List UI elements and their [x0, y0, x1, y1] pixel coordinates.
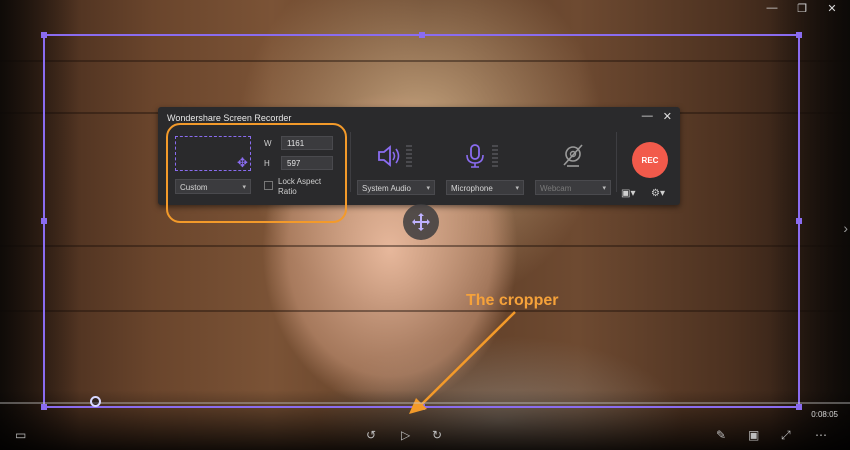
minimize-window-button[interactable]: — — [764, 2, 780, 15]
microphone-value: Microphone — [451, 184, 493, 193]
chevron-down-icon: ▾ — [515, 185, 519, 192]
pencil-icon[interactable]: ✎ — [716, 428, 726, 442]
crop-handle-top[interactable] — [418, 32, 425, 38]
forward-30-icon[interactable]: ↻ — [432, 428, 442, 442]
close-window-button[interactable]: ✕ — [824, 2, 840, 15]
webcam-off-icon[interactable] — [558, 141, 588, 171]
region-controls-highlight — [166, 123, 347, 223]
playback-time: 0:08:05 — [811, 410, 838, 419]
recorder-title: Wondershare Screen Recorder — [167, 113, 292, 123]
webcam-value: Webcam — [540, 184, 572, 193]
recorder-window-buttons: — ✕ — [642, 110, 672, 123]
microphone-select[interactable]: Microphone ▾ — [446, 180, 524, 195]
microphone-meter — [492, 145, 498, 167]
system-audio-meter — [406, 145, 412, 167]
window-controls: — ❐ ✕ — [764, 2, 840, 15]
move-handle[interactable] — [403, 204, 439, 240]
screenshot-settings-icon[interactable]: ▣▾ — [621, 188, 635, 199]
timeline-scrubber[interactable] — [90, 396, 101, 407]
cropper-annotation-label: The cropper — [466, 292, 559, 309]
webcam-select[interactable]: Webcam ▾ — [535, 180, 611, 195]
crop-handle-bottom-left[interactable] — [41, 404, 47, 410]
play-icon[interactable]: ▷ — [401, 428, 410, 442]
chevron-down-icon: ▾ — [426, 185, 430, 192]
restore-window-button[interactable]: ❐ — [794, 2, 810, 15]
system-audio-value: System Audio — [362, 184, 411, 193]
pip-icon[interactable]: ▣ — [748, 428, 759, 442]
system-audio-select[interactable]: System Audio ▾ — [357, 180, 435, 195]
more-options-icon[interactable]: ⋯ — [815, 428, 827, 442]
speaker-icon[interactable] — [374, 141, 404, 171]
gear-icon[interactable]: ⚙▾ — [651, 188, 665, 199]
fullscreen-icon[interactable]: ⤢ — [781, 428, 791, 443]
recorder-minimize-button[interactable]: — — [642, 110, 653, 123]
timeline-track[interactable] — [0, 402, 850, 404]
crop-handle-right[interactable] — [796, 218, 802, 224]
move-icon — [412, 213, 430, 231]
subtitles-icon[interactable]: ▭ — [15, 428, 26, 442]
divider — [350, 132, 351, 192]
record-button-label: REC — [641, 155, 659, 165]
crop-handle-bottom-right[interactable] — [796, 404, 802, 410]
chevron-down-icon: ▾ — [602, 185, 606, 192]
crop-handle-top-right[interactable] — [796, 32, 802, 38]
recorder-close-button[interactable]: ✕ — [663, 110, 672, 123]
crop-handle-bottom[interactable] — [418, 404, 425, 410]
crop-handle-left[interactable] — [41, 218, 47, 224]
record-button[interactable]: REC — [632, 142, 668, 178]
rewind-10-icon[interactable]: ↺ — [366, 428, 376, 442]
crop-handle-top-left[interactable] — [41, 32, 47, 38]
microphone-icon[interactable] — [460, 141, 490, 171]
chevron-right-icon[interactable]: › — [843, 220, 848, 236]
divider — [616, 132, 617, 192]
